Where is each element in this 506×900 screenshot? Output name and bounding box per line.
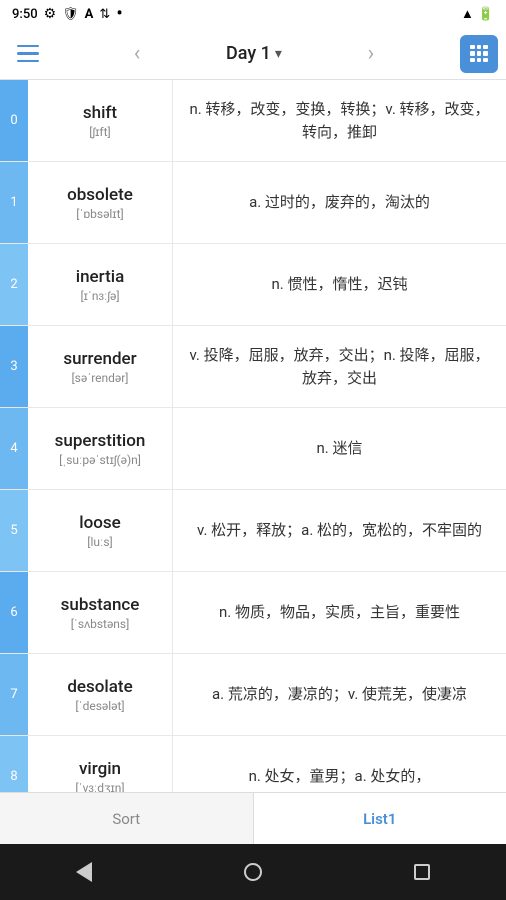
word-english: desolate [67,677,132,697]
word-english: shift [83,103,117,123]
hamburger-icon [17,45,39,63]
day-title[interactable]: Day 1 ▾ [226,43,282,64]
row-index: 5 [0,490,28,571]
top-nav: ‹ Day 1 ▾ › [0,28,506,80]
back-button[interactable] [66,854,102,890]
shield-icon: 🛡 [62,7,79,22]
word-meaning: n. 迷信 [173,408,506,489]
row-index: 8 [0,736,28,792]
word-meaning: n. 物质，物品，实质，主旨，重要性 [173,572,506,653]
word-meaning: n. 处女，童男；a. 处女的， [173,736,506,792]
row-index: 6 [0,572,28,653]
bottom-tab-list1[interactable]: List1 [254,793,506,844]
word-meaning: n. 转移，改变，变换，转换；v. 转移，改变，转向，推卸 [173,80,506,161]
grid-icon [470,45,488,63]
row-index: 4 [0,408,28,489]
a-icon: A [85,7,94,22]
row-index: 0 [0,80,28,161]
word-meaning: v. 投降，屈服，放弃，交出；n. 投降，屈服，放弃，交出 [173,326,506,407]
word-cell: obsolete [ˈɒbsəlɪt] [28,162,173,243]
word-cell: substance [ˈsʌbstəns] [28,572,173,653]
table-row[interactable]: 4 superstition [ˌsuːpəˈstɪʃ(ə)n] n. 迷信 [0,408,506,490]
dot-icon: • [116,5,122,23]
back-icon [76,862,92,882]
word-cell: loose [luːs] [28,490,173,571]
recents-icon [414,864,430,880]
table-row[interactable]: 5 loose [luːs] v. 松开，释放；a. 松的，宽松的，不牢固的 [0,490,506,572]
word-cell: superstition [ˌsuːpəˈstɪʃ(ə)n] [28,408,173,489]
table-row[interactable]: 7 desolate [ˈdesələt] a. 荒凉的，凄凉的；v. 使荒芜，使凄凉 [0,654,506,736]
row-index: 3 [0,326,28,407]
day-title-text: Day 1 [226,43,271,64]
table-row[interactable]: 6 substance [ˈsʌbstəns] n. 物质，物品，实质，主旨，重要性 [0,572,506,654]
word-phonetic: [ʃɪft] [89,125,110,139]
word-english: substance [61,595,140,615]
bottom-tabs: SortList1 [0,792,506,844]
word-phonetic: [ˈvɜːdʒɪn] [75,781,124,793]
table-row[interactable]: 8 virgin [ˈvɜːdʒɪn] n. 处女，童男；a. 处女的， [0,736,506,792]
word-phonetic: [ˈdesələt] [75,699,124,713]
word-phonetic: [ˌsuːpəˈstɪʃ(ə)n] [59,453,141,467]
word-phonetic: [ˈɒbsəlɪt] [76,207,123,221]
word-english: virgin [79,759,121,779]
word-phonetic: [ˈsʌbstəns] [71,617,130,631]
home-button[interactable] [235,854,271,890]
word-english: loose [79,513,120,533]
word-cell: virgin [ˈvɜːdʒɪn] [28,736,173,792]
wifi-icon: ⇅ [99,7,110,22]
recents-button[interactable] [404,854,440,890]
table-row[interactable]: 1 obsolete [ˈɒbsəlɪt] a. 过时的，废弃的，淘汰的 [0,162,506,244]
word-phonetic: [ɪˈnɜːʃə] [80,289,119,303]
word-cell: shift [ʃɪft] [28,80,173,161]
table-row[interactable]: 3 surrender [səˈrendər] v. 投降，屈服，放弃，交出；n. 投… [0,326,506,408]
menu-button[interactable] [8,34,48,74]
word-meaning: n. 惯性，惰性，迟钝 [173,244,506,325]
settings-icon: ⚙ [44,6,57,22]
word-phonetic: [səˈrendər] [72,371,129,385]
battery-icon: 🔋 [478,7,494,22]
word-meaning: a. 荒凉的，凄凉的；v. 使荒芜，使凄凉 [173,654,506,735]
list-view-button[interactable] [460,35,498,73]
word-meaning: v. 松开，释放；a. 松的，宽松的，不牢固的 [173,490,506,571]
word-english: obsolete [67,185,133,205]
bottom-tab-sort[interactable]: Sort [0,793,254,844]
android-nav-bar [0,844,506,900]
word-cell: inertia [ɪˈnɜːʃə] [28,244,173,325]
word-list: 0 shift [ʃɪft] n. 转移，改变，变换，转换；v. 转移，改变，转向，推… [0,80,506,792]
row-index: 2 [0,244,28,325]
table-row[interactable]: 0 shift [ʃɪft] n. 转移，改变，变换，转换；v. 转移，改变，转向，推… [0,80,506,162]
word-english: surrender [63,349,136,369]
row-index: 1 [0,162,28,243]
chevron-down-icon: ▾ [275,46,282,62]
word-english: inertia [76,267,125,287]
status-left: 9:50 ⚙ 🛡 A ⇅ • [12,5,123,23]
word-meaning: a. 过时的，废弃的，淘汰的 [173,162,506,243]
row-index: 7 [0,654,28,735]
home-icon [244,863,262,881]
status-time: 9:50 [12,7,38,22]
word-english: superstition [55,431,146,451]
table-row[interactable]: 2 inertia [ɪˈnɜːʃə] n. 惯性，惰性，迟钝 [0,244,506,326]
word-phonetic: [luːs] [87,535,112,549]
signal-icon: ▲ [461,6,474,22]
word-cell: surrender [səˈrendər] [28,326,173,407]
word-cell: desolate [ˈdesələt] [28,654,173,735]
status-bar: 9:50 ⚙ 🛡 A ⇅ • ▲ 🔋 [0,0,506,28]
status-right: ▲ 🔋 [461,6,494,22]
next-button[interactable]: › [360,33,383,74]
prev-button[interactable]: ‹ [126,33,149,74]
